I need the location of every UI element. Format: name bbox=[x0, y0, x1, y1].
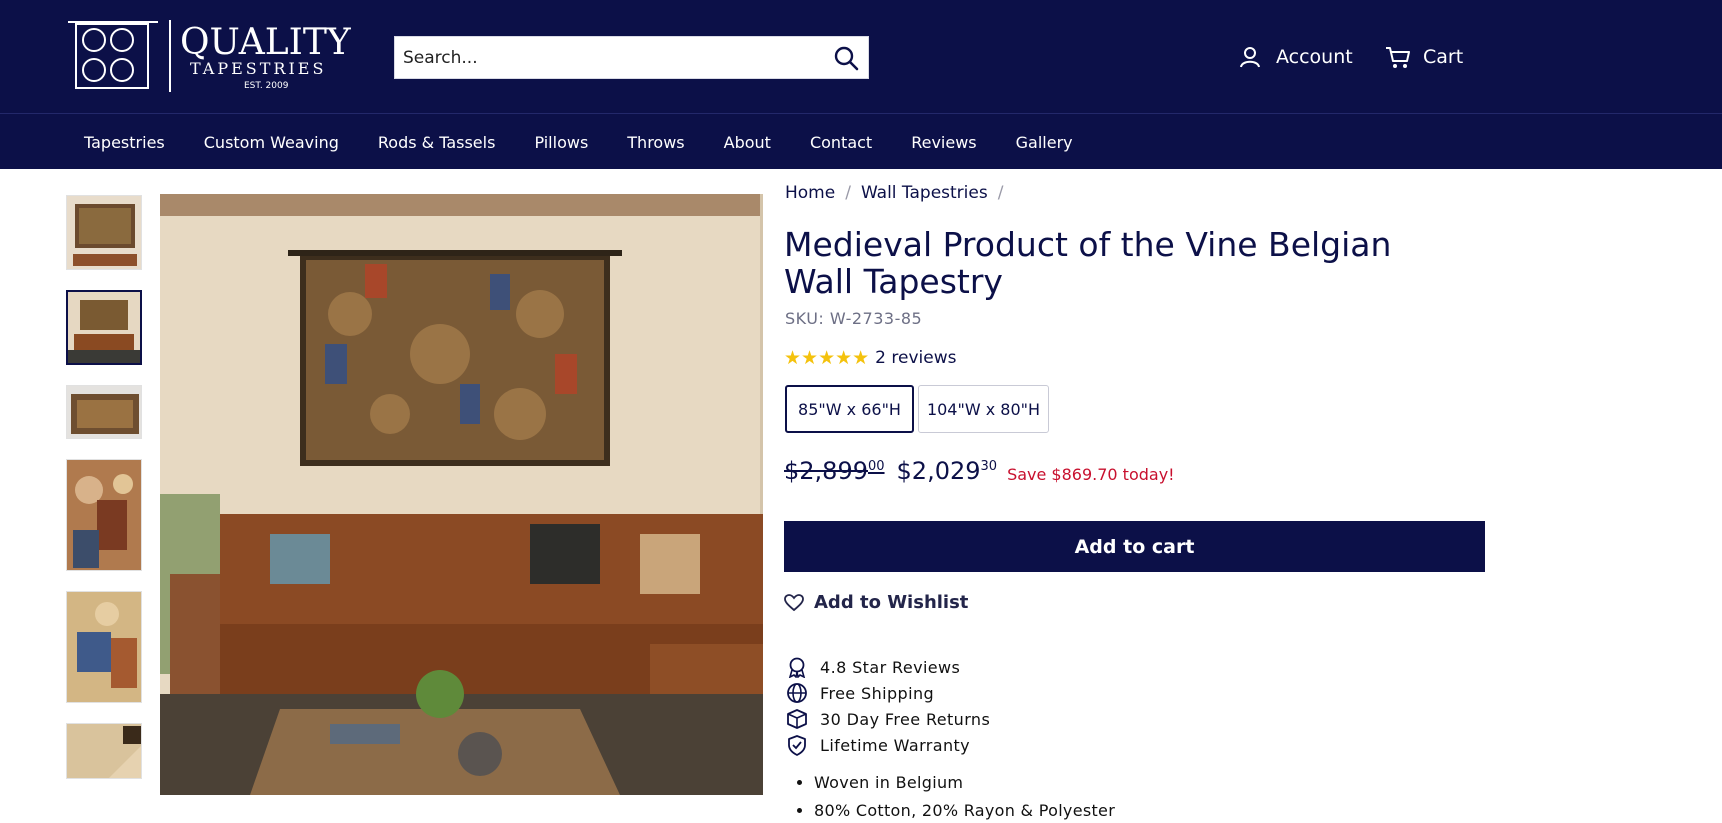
sale-price: $2,02930 bbox=[896, 457, 998, 485]
search-icon[interactable] bbox=[832, 44, 860, 72]
site-header: QUALITY TAPESTRIES EST. 2009 Account Car… bbox=[0, 0, 1722, 113]
svg-text:TAPESTRIES: TAPESTRIES bbox=[190, 59, 326, 78]
add-to-cart-button[interactable]: Add to cart bbox=[784, 521, 1485, 572]
svg-text:EST. 2009: EST. 2009 bbox=[244, 81, 289, 91]
nav-item-rods-tassels[interactable]: Rods & Tassels bbox=[378, 133, 496, 152]
feature-item: Free Shipping bbox=[786, 680, 990, 706]
thumbnail-6[interactable] bbox=[66, 723, 142, 779]
breadcrumb: Home / Wall Tapestries / bbox=[785, 183, 1003, 203]
feature-list: 4.8 Star Reviews Free Shipping 30 Day Fr… bbox=[786, 654, 990, 758]
product-title: Medieval Product of the Vine Belgian Wal… bbox=[784, 225, 1392, 301]
original-price: $2,89900 bbox=[784, 457, 885, 485]
award-icon bbox=[788, 657, 806, 678]
search-bar bbox=[394, 36, 869, 79]
nav-item-gallery[interactable]: Gallery bbox=[1016, 133, 1073, 152]
search-input[interactable] bbox=[395, 37, 815, 78]
product-sku: SKU: W-2733-85 bbox=[785, 309, 923, 328]
add-to-wishlist-link[interactable]: Add to Wishlist bbox=[784, 592, 968, 613]
breadcrumb-home[interactable]: Home bbox=[785, 183, 835, 203]
savings-text: Save $869.70 today! bbox=[1007, 465, 1175, 484]
product-details-list: Woven in Belgium 80% Cotton, 20% Rayon &… bbox=[814, 773, 1115, 823]
thumbnail-1[interactable] bbox=[66, 195, 142, 270]
variant-option-104x80[interactable]: 104"W x 80"H bbox=[918, 385, 1049, 433]
nav-item-reviews[interactable]: Reviews bbox=[911, 133, 976, 152]
feature-item: 4.8 Star Reviews bbox=[786, 654, 990, 680]
heart-icon bbox=[784, 593, 804, 611]
nav-item-tapestries[interactable]: Tapestries bbox=[84, 133, 165, 152]
account-label: Account bbox=[1276, 46, 1353, 68]
account-link[interactable]: Account bbox=[1238, 42, 1353, 72]
globe-icon bbox=[787, 683, 807, 703]
variant-option-85x66[interactable]: 85"W x 66"H bbox=[785, 385, 914, 433]
breadcrumb-separator: / bbox=[845, 183, 851, 203]
product-rating[interactable]: ★★★★★ 2 reviews bbox=[784, 347, 956, 369]
price-block: $2,89900 $2,02930 Save $869.70 today! bbox=[784, 457, 1175, 485]
nav-item-pillows[interactable]: Pillows bbox=[534, 133, 588, 152]
main-nav: Tapestries Custom Weaving Rods & Tassels… bbox=[0, 113, 1722, 169]
cart-label: Cart bbox=[1423, 46, 1464, 68]
feature-item: 30 Day Free Returns bbox=[786, 706, 990, 732]
nav-item-contact[interactable]: Contact bbox=[810, 133, 872, 152]
breadcrumb-separator: / bbox=[997, 183, 1004, 203]
user-icon bbox=[1240, 47, 1260, 68]
shield-check-icon bbox=[788, 735, 806, 756]
svg-text:QUALITY: QUALITY bbox=[180, 22, 352, 63]
detail-item: 80% Cotton, 20% Rayon & Polyester bbox=[814, 801, 1115, 823]
nav-item-about[interactable]: About bbox=[724, 133, 771, 152]
star-rating-icon: ★★★★★ bbox=[784, 347, 870, 369]
box-icon bbox=[787, 709, 807, 729]
nav-item-custom-weaving[interactable]: Custom Weaving bbox=[204, 133, 339, 152]
nav-item-throws[interactable]: Throws bbox=[627, 133, 684, 152]
thumbnail-3[interactable] bbox=[66, 385, 142, 439]
reviews-count: 2 reviews bbox=[875, 348, 957, 368]
detail-item: Woven in Belgium bbox=[814, 773, 1115, 801]
breadcrumb-category[interactable]: Wall Tapestries bbox=[861, 183, 988, 203]
cart-icon bbox=[1386, 47, 1410, 68]
site-logo[interactable]: QUALITY TAPESTRIES EST. 2009 bbox=[66, 18, 362, 94]
thumbnail-2[interactable] bbox=[66, 290, 142, 365]
feature-item: Lifetime Warranty bbox=[786, 732, 990, 758]
wishlist-label: Add to Wishlist bbox=[814, 592, 969, 613]
main-product-image[interactable] bbox=[160, 194, 763, 795]
cart-link[interactable]: Cart bbox=[1385, 42, 1463, 72]
thumbnail-5[interactable] bbox=[66, 591, 142, 703]
thumbnail-4[interactable] bbox=[66, 459, 142, 571]
